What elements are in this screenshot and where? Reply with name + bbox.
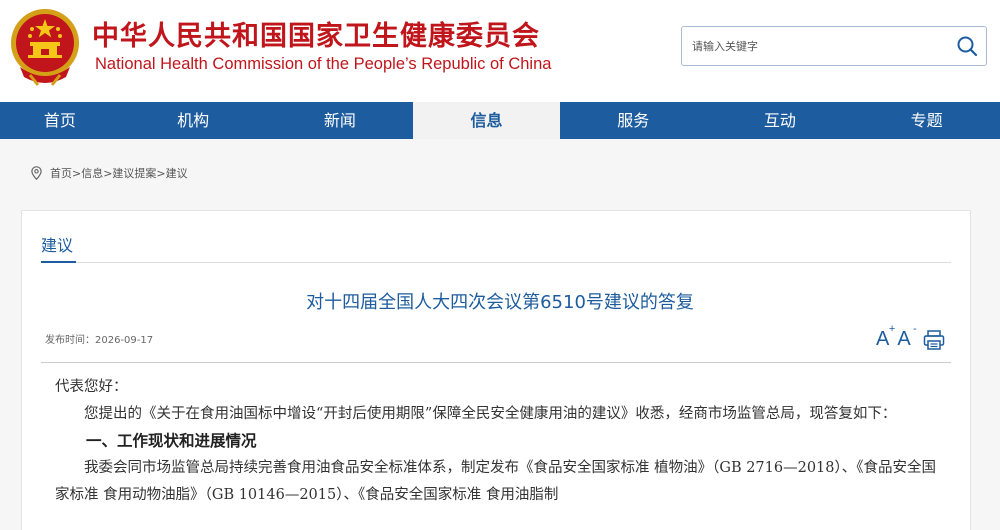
breadcrumb-text[interactable]: 首页>信息>建议提案>建议 [50, 165, 188, 181]
search-input[interactable] [682, 27, 944, 65]
publish-date: 发布时间：2026-09-17 [45, 331, 153, 346]
publish-date-label: 发布时间： [45, 335, 95, 346]
paragraph: 我委会同市场监管总局持续完善食用油食品安全标准体系，制定发布《食品安全国家标准 … [55, 460, 937, 503]
article-body: 代表您好： 您提出的《关于在食用油国标中增设“开封后使用期限”保障全民安全健康用… [55, 374, 945, 509]
search-icon[interactable] [956, 35, 978, 57]
minus-icon: - [913, 323, 917, 335]
greeting: 代表您好： [55, 379, 128, 395]
print-icon[interactable] [923, 329, 945, 351]
font-increase-button[interactable]: A + [876, 323, 895, 351]
article-tools: A + A- [876, 323, 945, 351]
search-box [681, 26, 987, 66]
font-decrease-button[interactable]: A- [897, 323, 916, 351]
publish-date-value: 2026-09-17 [95, 335, 154, 346]
section-title: 建议 [41, 236, 74, 255]
section-divider [41, 262, 951, 263]
location-pin-icon [31, 166, 42, 180]
nav-item-topics[interactable]: 专题 [853, 102, 1000, 139]
site-header: 中华人民共和国国家卫生健康委员会 National Health Commiss… [0, 0, 1000, 102]
font-decrease-label: A [897, 328, 911, 350]
article-title: 对十四届全国人大四次会议第6510号建议的答复 [306, 292, 694, 313]
nav-item-info[interactable]: 信息 [413, 102, 560, 139]
nav-item-service[interactable]: 服务 [560, 102, 707, 139]
article-divider [41, 362, 951, 363]
site-title-en[interactable]: National Health Commission of the People… [95, 55, 551, 74]
nav-item-organization[interactable]: 机构 [120, 102, 267, 139]
nav-item-home[interactable]: 首页 [0, 102, 120, 139]
national-emblem-icon[interactable] [8, 5, 82, 87]
nav-item-news[interactable]: 新闻 [266, 102, 413, 139]
font-increase-label: A [876, 328, 890, 350]
main-nav: 首页 机构 新闻 信息 服务 互动 专题 [0, 102, 1000, 139]
breadcrumb: 首页>信息>建议提案>建议 [31, 165, 188, 181]
paragraph: 您提出的《关于在食用油国标中增设“开封后使用期限”保障全民安全健康用油的建议》收… [84, 406, 897, 422]
nav-item-interaction[interactable]: 互动 [707, 102, 854, 139]
section-divider-accent [41, 261, 76, 263]
site-title-cn[interactable]: 中华人民共和国国家卫生健康委员会 [92, 14, 540, 53]
section-heading: 一、工作现状和进展情况 [86, 432, 257, 450]
plus-icon: + [888, 323, 896, 335]
